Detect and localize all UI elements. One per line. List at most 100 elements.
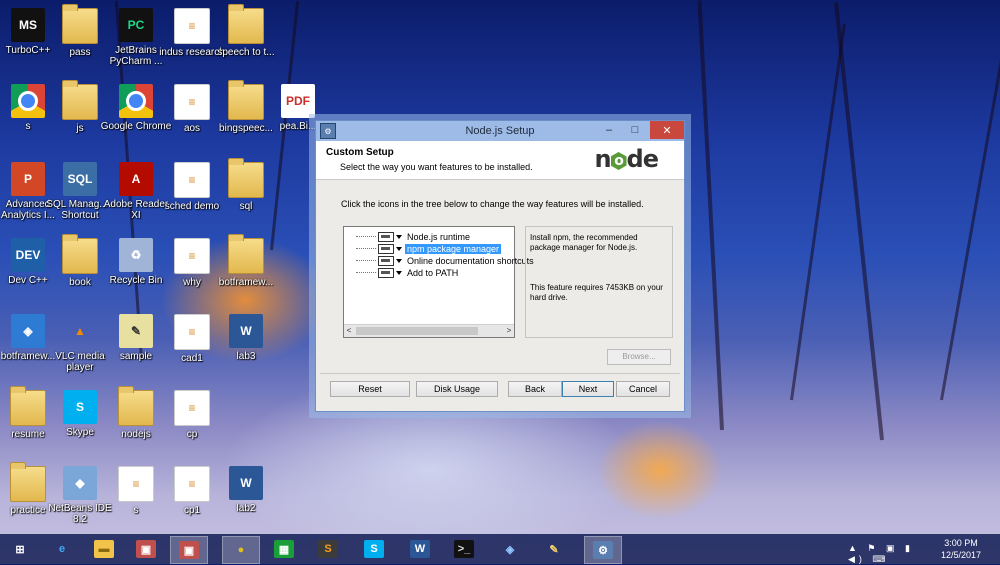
taskbar-button[interactable]: ▣ — [170, 536, 208, 564]
tree-trunk — [790, 23, 846, 401]
close-button[interactable]: ✕ — [650, 121, 684, 139]
document-icon: ≡ — [174, 84, 210, 120]
skype-icon: S — [63, 390, 97, 424]
nodejs-logo: n o de — [594, 145, 659, 173]
scroll-right-icon[interactable]: > — [504, 325, 514, 337]
feature-tree-item[interactable]: Node.js runtime — [344, 231, 472, 243]
tree-instructions: Click the icons in the tree below to cha… — [341, 199, 644, 209]
taskbar-button[interactable]: ✎ — [536, 536, 572, 562]
dialog-subheading: Select the way you want features to be i… — [340, 162, 533, 172]
dialog-titlebar[interactable]: ⚙ Node.js Setup – □ ✕ — [316, 121, 684, 141]
feature-label[interactable]: Online documentation shortcuts — [405, 256, 536, 266]
skype-icon: S — [364, 540, 384, 558]
desktop-icon[interactable]: sql — [210, 158, 282, 232]
dropdown-arrow-icon[interactable] — [396, 235, 402, 239]
feature-tree[interactable]: Node.js runtime npm package manager Online… — [343, 226, 534, 338]
feature-label[interactable]: Node.js runtime — [405, 232, 472, 242]
file-explorer-icon: ▬ — [94, 540, 114, 558]
folder-icon — [62, 80, 98, 120]
feature-tree-item[interactable]: Online documentation shortcuts — [344, 255, 536, 267]
folder-icon — [10, 462, 46, 502]
tree-connector — [356, 248, 376, 250]
app-icon: ▣ — [179, 541, 199, 559]
back-button[interactable]: Back — [508, 381, 562, 397]
document-icon: ≡ — [174, 466, 210, 502]
horizontal-scrollbar[interactable]: < > — [344, 324, 514, 337]
feature-tree-item[interactable]: Add to PATH — [344, 267, 460, 279]
taskbar: ⊞ e ▬ ▣ ▣ ● ▦ S S W >_ ◈ ✎ ⚙ ▲ ⚑ ▣ ▮ ◀) ⌨ 3:00 PM 12/… — [0, 534, 1000, 564]
feature-install-icon[interactable] — [378, 268, 394, 278]
maximize-button[interactable]: □ — [622, 121, 648, 139]
taskbar-button[interactable]: S — [310, 536, 346, 562]
scrollbar-thumb[interactable] — [356, 327, 478, 335]
taskbar-button[interactable]: W — [402, 536, 438, 562]
system-tray-icons[interactable]: ▲ ⚑ ▣ ▮ ◀) ⌨ — [848, 543, 938, 564]
desktop-icon[interactable]: ≡ cp — [156, 386, 228, 460]
taskbar-button[interactable]: ▣ — [128, 536, 164, 562]
dropdown-arrow-icon[interactable] — [396, 271, 402, 275]
desktop-icon[interactable]: speech to t... — [210, 4, 282, 78]
divider — [320, 373, 680, 374]
feature-tree-item[interactable]: npm package manager — [344, 243, 502, 255]
start-icon: ⊞ — [15, 543, 25, 556]
minimize-button[interactable]: – — [596, 121, 622, 139]
tree-trunk — [940, 45, 1000, 401]
feature-label[interactable]: npm package manager — [405, 244, 502, 254]
clock-time: 3:00 PM — [944, 538, 978, 548]
taskbar-button[interactable]: ◈ — [492, 536, 528, 562]
dialog-header: Custom Setup Select the way you want fea… — [316, 141, 684, 180]
browse-button[interactable]: Browse... — [607, 349, 671, 365]
desktop-icon-label: lab3 — [236, 351, 256, 362]
desktop-icon[interactable]: botframew... — [210, 234, 282, 308]
folder-icon — [62, 234, 98, 274]
dev-cpp-icon: DEV — [11, 238, 45, 272]
disk-usage-button[interactable]: Disk Usage — [416, 381, 498, 397]
turbo-c-icon: MS — [11, 8, 45, 42]
chrome-icon — [11, 84, 45, 118]
reset-button[interactable]: Reset — [330, 381, 410, 397]
desktop-icon-label: lab2 — [236, 503, 256, 514]
dropdown-arrow-icon[interactable] — [396, 259, 402, 263]
taskbar-button[interactable]: ▬ — [86, 536, 122, 562]
nodejs-setup-dialog: ⚙ Node.js Setup – □ ✕ Custom Setup Selec… — [315, 120, 685, 412]
taskbar-button[interactable]: ▦ — [266, 536, 302, 562]
tree-connector — [356, 236, 376, 238]
dropdown-arrow-icon[interactable] — [396, 247, 402, 251]
word-icon: W — [229, 466, 263, 500]
folder-icon — [228, 80, 264, 120]
taskbar-button[interactable]: >_ — [446, 536, 482, 562]
feature-label[interactable]: Add to PATH — [405, 268, 460, 278]
desktop-icon[interactable]: Wlab2 — [210, 462, 282, 536]
taskbar-button[interactable]: S — [356, 536, 392, 562]
next-button[interactable]: Next — [562, 381, 614, 397]
feature-requirement: This feature requires 7453KB on your har… — [530, 283, 663, 302]
feature-description: Install npm, the recommended package man… — [530, 233, 638, 252]
cmd-icon: >_ — [454, 540, 474, 558]
document-icon: ≡ — [118, 466, 154, 502]
document-icon: ≡ — [174, 8, 210, 44]
feature-install-icon[interactable] — [378, 244, 394, 254]
clock-date: 12/5/2017 — [940, 550, 982, 560]
folder-icon — [118, 386, 154, 426]
recycle-bin-icon: ♻ — [119, 238, 153, 272]
tree-connector — [356, 260, 376, 262]
dialog-heading: Custom Setup — [326, 147, 394, 158]
sql-manager-icon: SQL — [63, 162, 97, 196]
taskbar-button[interactable]: ● — [222, 536, 260, 564]
internet-explorer-icon: e — [58, 543, 66, 555]
chrome-icon — [119, 84, 153, 118]
taskbar-button[interactable]: e — [44, 536, 80, 562]
folder-icon — [62, 4, 98, 44]
cancel-button[interactable]: Cancel — [616, 381, 670, 397]
taskbar-button[interactable]: ⚙ — [584, 536, 622, 564]
sublime-icon: S — [318, 540, 338, 558]
adobe-reader-icon: A — [119, 162, 153, 196]
store-icon: ▦ — [274, 540, 294, 558]
taskbar-button[interactable]: ⊞ — [2, 536, 38, 562]
feature-install-icon[interactable] — [378, 256, 394, 266]
clock[interactable]: 3:00 PM 12/5/2017 — [932, 534, 992, 564]
desktop-icon[interactable]: Wlab3 — [210, 310, 282, 384]
scroll-left-icon[interactable]: < — [344, 325, 354, 337]
feature-install-icon[interactable] — [378, 232, 394, 242]
chrome-icon: ● — [237, 544, 245, 556]
